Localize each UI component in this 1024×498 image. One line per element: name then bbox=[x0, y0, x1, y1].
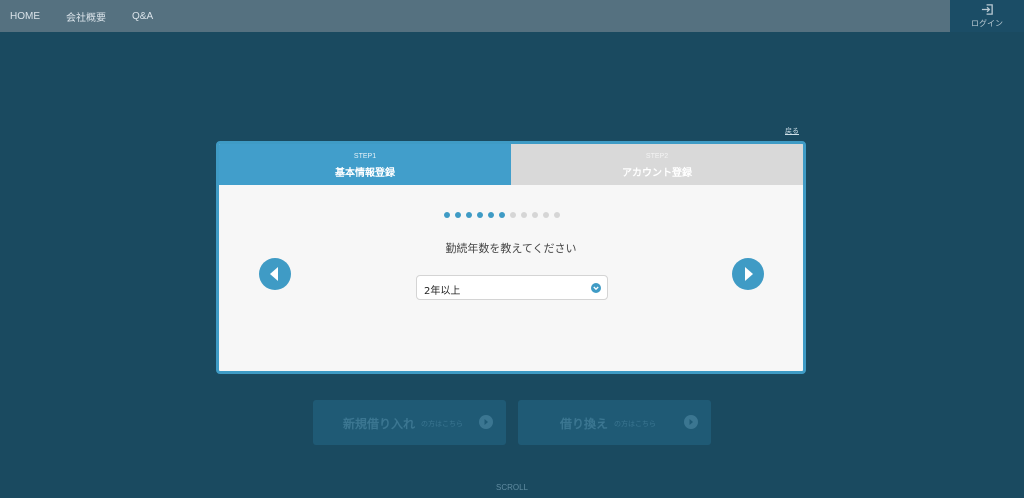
tab-step2[interactable]: STEP2 アカウント登録 bbox=[511, 144, 803, 185]
nav-company[interactable]: 会社概要 bbox=[66, 9, 106, 24]
progress-dot bbox=[455, 212, 461, 218]
step-tabs: STEP1 基本情報登録 STEP2 アカウント登録 bbox=[219, 144, 803, 185]
scroll-indicator: SCROLL bbox=[495, 483, 528, 492]
progress-dot bbox=[488, 212, 494, 218]
refinance-button[interactable]: 借り換え の方はこちら bbox=[518, 400, 711, 445]
progress-dot bbox=[554, 212, 560, 218]
tab-step1-title: 基本情報登録 bbox=[335, 168, 395, 179]
prev-button[interactable] bbox=[259, 258, 291, 290]
refinance-label: 借り換え bbox=[560, 417, 609, 431]
top-navigation-bar: HOME 会社概要 Q&A ログイン bbox=[0, 0, 1024, 32]
arrow-right-circle-icon bbox=[684, 415, 698, 429]
new-loan-button[interactable]: 新規借り入れ の方はこちら bbox=[313, 400, 506, 445]
next-button[interactable] bbox=[732, 258, 764, 290]
select-value: 2年以上 bbox=[424, 286, 461, 297]
tab-step2-number: STEP2 bbox=[645, 153, 669, 160]
main-nav: HOME 会社概要 Q&A bbox=[0, 0, 153, 32]
back-link[interactable]: 戻る bbox=[785, 126, 799, 136]
chevron-right-icon bbox=[745, 267, 753, 281]
progress-dot bbox=[510, 212, 516, 218]
progress-dot bbox=[444, 212, 450, 218]
tab-step1[interactable]: STEP1 基本情報登録 bbox=[219, 144, 511, 185]
progress-dots bbox=[444, 212, 560, 218]
progress-dot bbox=[466, 212, 472, 218]
nav-qa[interactable]: Q&A bbox=[132, 11, 153, 22]
progress-dot bbox=[543, 212, 549, 218]
tab-step2-title: アカウント登録 bbox=[622, 168, 692, 179]
refinance-sub: の方はこちら bbox=[614, 420, 656, 428]
new-loan-sub: の方はこちら bbox=[421, 420, 463, 428]
progress-dot bbox=[521, 212, 527, 218]
years-of-service-select[interactable]: 2年以上 bbox=[416, 275, 608, 300]
registration-modal: STEP1 基本情報登録 STEP2 アカウント登録 勤続年数を教えてください … bbox=[216, 141, 806, 374]
question-text: 勤続年数を教えてください bbox=[445, 242, 577, 255]
login-icon bbox=[981, 4, 993, 15]
nav-home[interactable]: HOME bbox=[10, 11, 40, 22]
chevron-down-icon bbox=[591, 283, 601, 293]
progress-dot bbox=[532, 212, 538, 218]
progress-dot bbox=[499, 212, 505, 218]
progress-dot bbox=[477, 212, 483, 218]
arrow-right-circle-icon bbox=[479, 415, 493, 429]
chevron-left-icon bbox=[270, 267, 278, 281]
tab-step1-number: STEP1 bbox=[353, 153, 377, 160]
login-label: ログイン bbox=[971, 19, 1003, 28]
new-loan-label: 新規借り入れ bbox=[343, 417, 416, 431]
login-button[interactable]: ログイン bbox=[950, 0, 1024, 32]
